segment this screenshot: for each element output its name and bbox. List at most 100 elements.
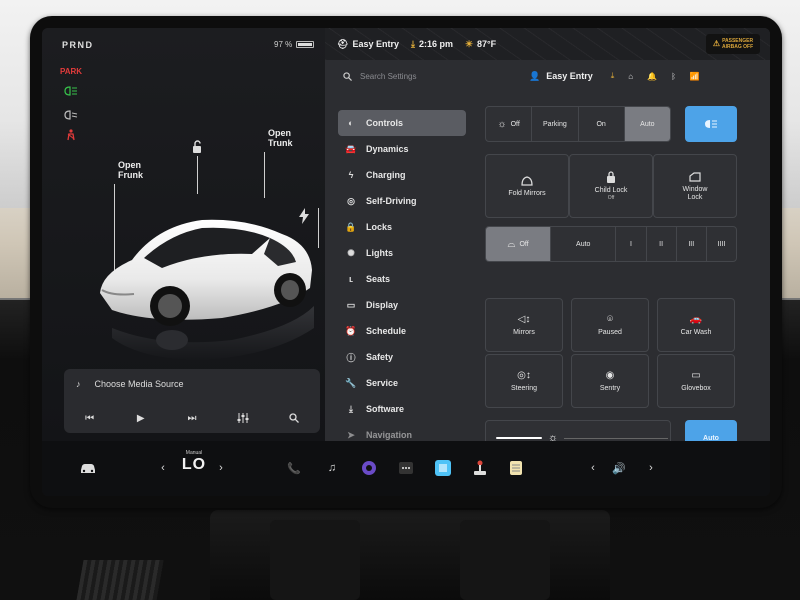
pedal bbox=[76, 560, 164, 600]
home-icon[interactable]: ⌂ bbox=[628, 72, 633, 81]
tile-label: Sentry bbox=[599, 385, 621, 392]
temp-up-arrow[interactable]: › bbox=[216, 459, 226, 477]
seatbelt-icon bbox=[60, 128, 82, 142]
nav-label: Service bbox=[366, 378, 399, 388]
wiper-option-2[interactable]: Auto bbox=[551, 227, 617, 261]
wiper-option-3[interactable]: I bbox=[616, 227, 647, 261]
lights-option-on[interactable]: On bbox=[579, 107, 625, 141]
slider-fill bbox=[496, 437, 542, 439]
tile-mirrors[interactable]: ◁↕ Mirrors bbox=[485, 298, 563, 352]
wiper-option-1[interactable]: ⌓ Off bbox=[486, 227, 552, 261]
bell-icon[interactable]: 🔔 bbox=[647, 72, 657, 81]
search-icon bbox=[343, 71, 352, 81]
lock-icon: 🔒 bbox=[345, 221, 357, 232]
lights-option-off[interactable]: ☼ Off bbox=[486, 107, 533, 141]
previous-track-icon[interactable]: ⏮ bbox=[80, 409, 100, 427]
update-indicator[interactable]: ⤓ 2:16 pm bbox=[411, 39, 453, 50]
search-settings-input[interactable]: Search Settings bbox=[343, 72, 523, 81]
nav-item-display[interactable]: ▭ Display bbox=[338, 292, 466, 318]
volume-up-arrow[interactable]: › bbox=[646, 459, 656, 477]
car-icon[interactable] bbox=[78, 459, 98, 477]
toybox-icon[interactable] bbox=[434, 459, 452, 477]
tile-sentry[interactable]: ◉ Sentry bbox=[571, 354, 649, 408]
music-icon[interactable]: ♫ bbox=[324, 459, 340, 477]
tile-paused[interactable]: ⌾ Paused bbox=[571, 298, 649, 352]
nav-item-locks[interactable]: 🔒 Locks bbox=[338, 214, 466, 240]
lights-option-auto[interactable]: Auto bbox=[624, 107, 670, 141]
bolt-icon: ϟ bbox=[348, 170, 354, 180]
child-lock-status: Off bbox=[607, 195, 615, 201]
temp-down-arrow[interactable]: ‹ bbox=[158, 459, 168, 477]
status-bar: ⛑ Easy Entry ⤓ 2:16 pm ☀ 87°F ⚠ PASSENGE… bbox=[325, 28, 770, 60]
media-source-button[interactable]: ♪ Choose Media Source bbox=[64, 369, 320, 399]
fold-mirrors-button[interactable]: Fold Mirrors bbox=[485, 154, 569, 218]
alarm-icon: ⏰ bbox=[345, 325, 357, 336]
battery-percent: 97 % bbox=[274, 40, 293, 49]
search-placeholder: Search Settings bbox=[360, 71, 417, 81]
nav-item-dynamics[interactable]: 🚘 Dynamics bbox=[338, 136, 466, 162]
tile-glovebox[interactable]: ▭ Glovebox bbox=[657, 354, 735, 408]
lights-option-label: On bbox=[596, 120, 606, 128]
nav-item-charging[interactable]: ϟ Charging bbox=[338, 162, 466, 188]
joystick-icon[interactable] bbox=[472, 459, 488, 477]
wiper-option-5[interactable]: III bbox=[677, 227, 707, 261]
headlights-selector: ☼ Off Parking On Auto bbox=[485, 106, 671, 142]
more-apps-icon[interactable] bbox=[398, 459, 414, 477]
volume-down-arrow[interactable]: ‹ bbox=[588, 459, 598, 477]
battery-icon bbox=[296, 41, 315, 48]
wiper-option-label: Off bbox=[519, 240, 529, 248]
nav-label: Self-Driving bbox=[366, 196, 417, 206]
search-icon[interactable] bbox=[284, 409, 304, 427]
nav-item-safety[interactable]: ⓘ Safety bbox=[338, 344, 466, 370]
nav-item-self-driving[interactable]: ◎ Self-Driving bbox=[338, 188, 466, 214]
tile-label: Mirrors bbox=[513, 329, 535, 336]
play-icon[interactable]: ▶ bbox=[131, 409, 151, 427]
car-icon: 🚘 bbox=[345, 143, 357, 154]
nav-item-lights[interactable]: ✺ Lights bbox=[338, 240, 466, 266]
nav-item-software[interactable]: ⤓ Software bbox=[338, 396, 466, 422]
window-lock-button[interactable]: Window Lock bbox=[653, 154, 737, 218]
unlock-icon[interactable] bbox=[190, 140, 204, 154]
wiper-icon: ⌓ bbox=[507, 238, 516, 250]
cup-holder bbox=[270, 520, 360, 600]
nav-label: Charging bbox=[366, 170, 406, 180]
nav-item-controls[interactable]: ◐ Controls bbox=[338, 110, 466, 136]
nav-item-service[interactable]: 🔧 Service bbox=[338, 370, 466, 396]
driver-profile-button[interactable]: ⛑ Easy Entry bbox=[337, 39, 399, 50]
notes-icon[interactable] bbox=[508, 459, 524, 477]
climate-temp[interactable]: Manual LO bbox=[180, 450, 208, 474]
nav-item-seats[interactable]: ʟ Seats bbox=[338, 266, 466, 292]
nav-label: Controls bbox=[366, 118, 403, 128]
headlight-toggle-button[interactable] bbox=[685, 106, 737, 142]
nav-label: Seats bbox=[366, 274, 391, 284]
profile-button[interactable]: 👤 Easy Entry bbox=[529, 71, 593, 82]
wiper-option-label: Auto bbox=[576, 240, 591, 248]
open-trunk-button[interactable]: Open Trunk bbox=[268, 128, 293, 148]
tile-steering[interactable]: ◎↕ Steering bbox=[485, 354, 563, 408]
nav-label: Dynamics bbox=[366, 144, 409, 154]
download-icon[interactable]: ⤓ bbox=[611, 71, 615, 81]
next-track-icon[interactable]: ⏭ bbox=[182, 409, 202, 427]
equalizer-icon[interactable] bbox=[233, 409, 253, 427]
child-lock-button[interactable]: Child Lock Off bbox=[569, 154, 653, 218]
lights-option-parking[interactable]: Parking bbox=[532, 107, 579, 141]
media-app-icon[interactable] bbox=[360, 459, 378, 477]
volume-icon[interactable]: 🔊 bbox=[610, 459, 628, 477]
nav-item-schedule[interactable]: ⏰ Schedule bbox=[338, 318, 466, 344]
wrench-icon: 🔧 bbox=[345, 377, 357, 388]
settings-nav: ◐ Controls 🚘 Dynamics ϟ Charging ◎ Self-Driving… bbox=[338, 110, 466, 448]
open-frunk-button[interactable]: Open Frunk bbox=[118, 160, 143, 180]
photo-scene: PRND 97 % PARK Open Frunk Open Trunk ♪ C… bbox=[0, 0, 800, 600]
gear-selector[interactable]: PRND bbox=[62, 40, 94, 50]
phone-icon[interactable]: 📞 bbox=[286, 459, 302, 477]
steering-wheel-icon: ◎ bbox=[347, 195, 355, 206]
lights-option-label: Auto bbox=[640, 120, 655, 128]
wiper-option-6[interactable]: IIII bbox=[707, 227, 736, 261]
bluetooth-icon[interactable]: ᛒ bbox=[671, 72, 676, 81]
media-source-label: Choose Media Source bbox=[94, 379, 184, 389]
car-wash-icon: 🚗 bbox=[689, 314, 703, 325]
tile-car-wash[interactable]: 🚗 Car Wash bbox=[657, 298, 735, 352]
wiper-option-4[interactable]: II bbox=[647, 227, 677, 261]
headlights-icon bbox=[60, 84, 82, 98]
glovebox-icon: ▭ bbox=[691, 370, 701, 381]
